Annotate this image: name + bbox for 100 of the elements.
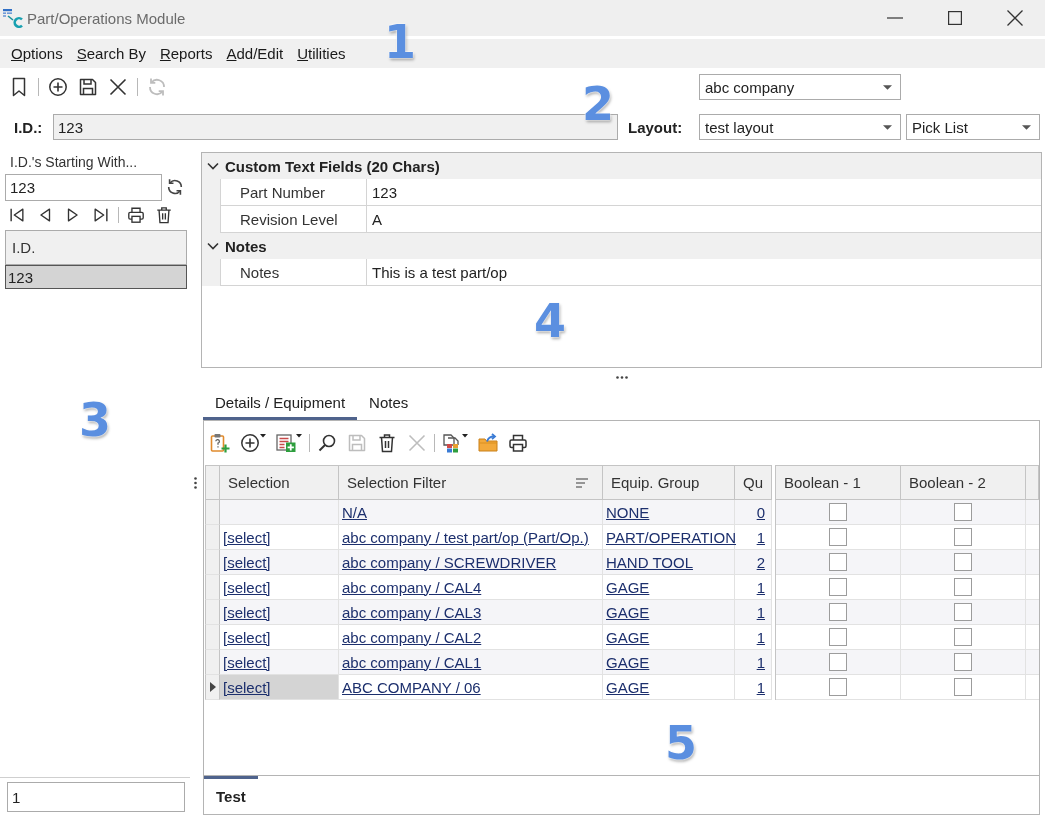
menu-item[interactable]: Reports	[152, 45, 220, 62]
select-link[interactable]: [select]	[223, 603, 271, 621]
quantity-link[interactable]: 1	[756, 628, 765, 646]
checkbox[interactable]	[954, 578, 972, 596]
filter-link[interactable]: abc company / CAL1	[342, 653, 482, 671]
select-link[interactable]: [select]	[223, 653, 271, 671]
filter-link[interactable]: abc company / CAL3	[342, 603, 482, 621]
column-header[interactable]: Boolean - 2	[901, 465, 1026, 500]
select-link[interactable]: [select]	[223, 678, 271, 696]
select-link[interactable]: [select]	[223, 553, 271, 571]
group-link[interactable]: GAGE	[606, 678, 650, 696]
tab[interactable]: Details / Equipment	[203, 388, 358, 420]
category-header[interactable]: Notes	[202, 233, 1041, 259]
filter-link[interactable]: abc company / test part/op (Part/Op.)	[342, 528, 589, 546]
menu-item[interactable]: Add/Edit	[219, 45, 291, 62]
property-value[interactable]: 123	[367, 179, 1041, 206]
layout-label: Layout:	[628, 118, 684, 136]
search-icon[interactable]	[317, 433, 337, 453]
filter-link[interactable]: N/A	[342, 503, 367, 521]
add-icon[interactable]	[48, 77, 68, 97]
trash-icon[interactable]	[377, 433, 397, 453]
checkbox[interactable]	[829, 603, 847, 621]
filter-link[interactable]: ABC COMPANY / 06	[342, 678, 481, 696]
view-dropdown[interactable]: Pick List	[906, 114, 1040, 140]
column-header[interactable]: Equip. Group	[603, 465, 735, 500]
column-header[interactable]: Qu	[735, 465, 772, 500]
column-header[interactable]: Selection	[220, 465, 339, 500]
checkbox[interactable]	[954, 628, 972, 646]
select-link[interactable]: [select]	[223, 628, 271, 646]
filter-field[interactable]: 123	[5, 173, 162, 201]
quantity-link[interactable]: 1	[756, 678, 765, 696]
property-value[interactable]: A	[367, 206, 1041, 233]
layout-dropdown[interactable]: test layout	[699, 114, 901, 140]
save-icon[interactable]	[78, 77, 98, 97]
refresh-icon[interactable]	[166, 178, 184, 196]
column-header[interactable]: I.D.	[5, 230, 187, 265]
column-header[interactable]: Selection Filter	[339, 465, 603, 500]
checkbox[interactable]	[829, 553, 847, 571]
first-record-icon[interactable]	[8, 206, 26, 224]
group-link[interactable]: NONE	[606, 503, 650, 521]
maximize-icon[interactable]	[948, 11, 962, 25]
tab[interactable]: Test	[204, 776, 258, 814]
checkbox[interactable]	[954, 553, 972, 571]
folder-icon[interactable]	[478, 433, 498, 453]
close-icon[interactable]	[1007, 10, 1023, 26]
splitter-handle-icon[interactable]	[193, 477, 197, 489]
quantity-link[interactable]: 1	[756, 528, 765, 546]
row-selector[interactable]	[205, 675, 220, 700]
filter-link[interactable]: abc company / CAL4	[342, 578, 482, 596]
sort-icon	[576, 477, 588, 488]
property-value[interactable]: This is a test part/op	[367, 259, 1041, 286]
close-icon[interactable]	[108, 77, 128, 97]
group-link[interactable]: PART/OPERATION	[606, 528, 737, 546]
group-link[interactable]: GAGE	[606, 578, 650, 596]
last-record-icon[interactable]	[92, 206, 110, 224]
chevron-down-icon	[207, 242, 219, 250]
group-link[interactable]: GAGE	[606, 603, 650, 621]
table-add-icon[interactable]	[276, 433, 302, 453]
print-icon[interactable]	[508, 433, 528, 453]
column-header[interactable]	[1026, 465, 1039, 500]
add-icon[interactable]	[240, 433, 266, 453]
checkbox[interactable]	[954, 603, 972, 621]
checkbox[interactable]	[954, 528, 972, 546]
menu-item[interactable]: Options	[4, 45, 70, 62]
quantity-link[interactable]: 1	[756, 603, 765, 621]
group-link[interactable]: GAGE	[606, 628, 650, 646]
property-label: Notes	[220, 259, 367, 286]
menu-item[interactable]: Utilities	[290, 45, 353, 62]
filter-link[interactable]: abc company / CAL2	[342, 628, 482, 646]
copy-icon[interactable]	[442, 433, 468, 453]
trash-icon[interactable]	[155, 206, 173, 224]
input-field[interactable]: 1	[7, 782, 185, 812]
splitter-handle-icon[interactable]	[615, 375, 628, 379]
checkbox[interactable]	[829, 503, 847, 521]
select-link[interactable]: [select]	[223, 578, 271, 596]
callout-number: 5	[665, 720, 697, 766]
select-link[interactable]: [select]	[223, 528, 271, 546]
checkbox[interactable]	[829, 653, 847, 671]
checkbox[interactable]	[829, 628, 847, 646]
quantity-link[interactable]: 0	[756, 503, 765, 521]
tab[interactable]: Notes	[357, 388, 421, 420]
menu-item[interactable]: Search By	[69, 45, 153, 62]
quantity-link[interactable]: 1	[756, 653, 765, 671]
filter-link[interactable]: abc company / SCREWDRIVER	[342, 553, 557, 571]
checkbox[interactable]	[829, 528, 847, 546]
column-header[interactable]: Boolean - 1	[776, 465, 901, 500]
checkbox[interactable]	[829, 678, 847, 696]
checkbox[interactable]	[954, 678, 972, 696]
checkbox[interactable]	[954, 653, 972, 671]
category-header[interactable]: Custom Text Fields (20 Chars)	[202, 153, 1041, 179]
group-link[interactable]: HAND TOOL	[606, 553, 693, 571]
clipboard-add-icon[interactable]	[210, 433, 230, 453]
print-icon[interactable]	[127, 206, 145, 224]
checkbox[interactable]	[829, 578, 847, 596]
checkbox[interactable]	[954, 503, 972, 521]
quantity-link[interactable]: 2	[756, 553, 765, 571]
company-dropdown[interactable]: abc company	[699, 74, 901, 100]
list-row[interactable]: 123	[5, 265, 187, 289]
quantity-link[interactable]: 1	[756, 578, 765, 596]
group-link[interactable]: GAGE	[606, 653, 650, 671]
